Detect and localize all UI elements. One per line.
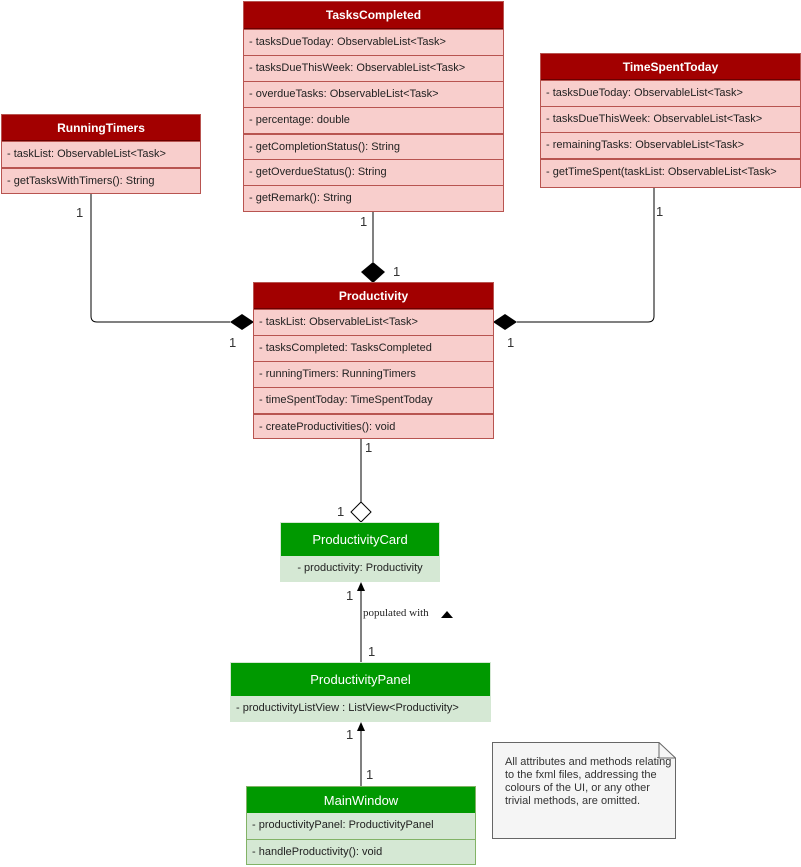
class-productivity[interactable]: Productivity - taskList: ObservableList<… bbox=[253, 282, 494, 439]
attribute: - percentage: double bbox=[244, 107, 503, 133]
composition-diamond-time-spent-today bbox=[493, 314, 517, 330]
attribute: - taskList: ObservableList<Task> bbox=[254, 309, 493, 335]
attribute: - tasksDueToday: ObservableList<Task> bbox=[541, 80, 800, 106]
direction-triangle-icon bbox=[441, 611, 453, 618]
class-title: Productivity bbox=[254, 283, 493, 309]
attribute: - tasksDueToday: ObservableList<Task> bbox=[244, 29, 503, 55]
class-main-window[interactable]: MainWindow - productivityPanel: Producti… bbox=[246, 786, 476, 865]
composition-line-running-timers bbox=[90, 194, 230, 323]
attribute: - taskList: ObservableList<Task> bbox=[2, 141, 200, 167]
multiplicity-label: 1 bbox=[393, 264, 401, 279]
multiplicity-label: 1 bbox=[368, 644, 376, 659]
class-title: TimeSpentToday bbox=[541, 54, 800, 80]
attribute: - timeSpentToday: TimeSpentToday bbox=[254, 387, 493, 413]
class-tasks-completed[interactable]: TasksCompleted - tasksDueToday: Observab… bbox=[243, 1, 504, 212]
association-label: populated with bbox=[363, 607, 429, 619]
method: - getTasksWithTimers(): String bbox=[2, 167, 200, 193]
composition-diamond-running-timers bbox=[230, 314, 254, 330]
class-title: ProductivityCard bbox=[281, 523, 439, 556]
class-title: TasksCompleted bbox=[244, 2, 503, 29]
arrowhead-panel bbox=[357, 722, 365, 731]
method: - getRemark(): String bbox=[244, 185, 503, 211]
arrowhead-card bbox=[357, 582, 365, 591]
multiplicity-label: 1 bbox=[346, 588, 354, 603]
method: - getTimeSpent(taskList: ObservableList<… bbox=[541, 158, 800, 184]
attribute: - productivity: Productivity bbox=[297, 562, 423, 574]
attribute: - tasksDueThisWeek: ObservableList<Task> bbox=[244, 55, 503, 81]
method: - createProductivities(): void bbox=[254, 413, 493, 439]
multiplicity-label: 1 bbox=[229, 335, 237, 350]
attribute: - productivityListView : ListView<Produc… bbox=[236, 702, 459, 714]
multiplicity-label: 1 bbox=[656, 204, 664, 219]
aggregation-diamond bbox=[350, 501, 372, 523]
attribute: - tasksDueThisWeek: ObservableList<Task> bbox=[541, 106, 800, 132]
multiplicity-label: 1 bbox=[76, 205, 84, 220]
multiplicity-label: 1 bbox=[507, 335, 515, 350]
class-time-spent-today[interactable]: TimeSpentToday - tasksDueToday: Observab… bbox=[540, 53, 801, 188]
attribute: - remainingTasks: ObservableList<Task> bbox=[541, 132, 800, 158]
class-title: ProductivityPanel bbox=[231, 663, 490, 696]
multiplicity-label: 1 bbox=[365, 440, 373, 455]
attribute: - productivityPanel: ProductivityPanel bbox=[252, 819, 434, 831]
attribute: - runningTimers: RunningTimers bbox=[254, 361, 493, 387]
note: All attributes and methods relating to t… bbox=[492, 742, 675, 838]
class-title: MainWindow bbox=[247, 787, 475, 813]
multiplicity-label: 1 bbox=[346, 727, 354, 742]
attribute: - overdueTasks: ObservableList<Task> bbox=[244, 81, 503, 107]
class-productivity-panel[interactable]: ProductivityPanel - productivityListView… bbox=[230, 662, 491, 722]
method: - handleProductivity(): void bbox=[247, 839, 475, 865]
multiplicity-label: 1 bbox=[360, 214, 368, 229]
note-text: All attributes and methods relating to t… bbox=[505, 756, 672, 807]
attribute: - tasksCompleted: TasksCompleted bbox=[254, 335, 493, 361]
multiplicity-label: 1 bbox=[366, 767, 374, 782]
composition-diamond-tasks-completed bbox=[361, 262, 385, 283]
class-running-timers[interactable]: RunningTimers - taskList: ObservableList… bbox=[1, 114, 201, 194]
method: - getOverdueStatus(): String bbox=[244, 159, 503, 185]
composition-line-time-spent-today bbox=[517, 188, 655, 323]
class-productivity-card[interactable]: ProductivityCard - productivity: Product… bbox=[280, 522, 440, 582]
multiplicity-label: 1 bbox=[337, 504, 345, 519]
method: - getCompletionStatus(): String bbox=[244, 133, 503, 159]
class-title: RunningTimers bbox=[2, 115, 200, 141]
